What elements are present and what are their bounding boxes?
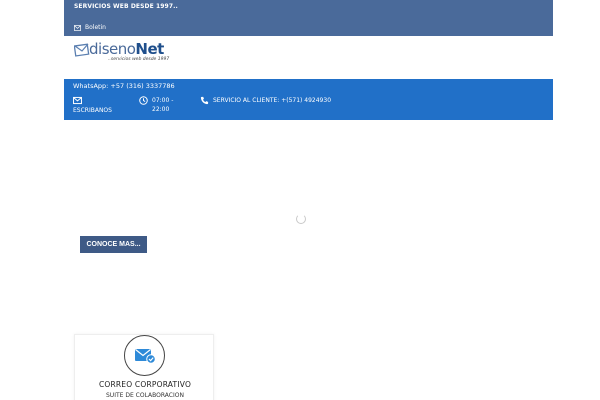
logo-wordmark-bold: Net — [135, 40, 164, 58]
contact-write-us-label: ESCRIBANOS — [73, 107, 112, 114]
contact-customer-service[interactable]: SERVICIO AL CLIENTE: +(571) 4924930 — [200, 96, 333, 106]
mail-check-icon — [134, 349, 156, 364]
phone-icon — [200, 96, 209, 105]
service-card-email[interactable]: CORREO CORPORATIVO SUITE DE COLABORACION — [74, 334, 214, 400]
contact-hours-label: 07:00 - 22:00 — [152, 97, 174, 113]
contact-customer-service-label: SERVICIO AL CLIENTE: +(571) 4924930 — [213, 97, 332, 104]
page: SERVICIOS WEB DESDE 1997.. Boletin disen… — [0, 0, 600, 400]
whatsapp-number[interactable]: WhatsApp: +57 (316) 3337786 — [73, 82, 175, 90]
contact-write-us[interactable]: ESCRIBANOS — [73, 96, 112, 115]
logo-wordmark: disenoNet — [89, 41, 164, 57]
tagline: SERVICIOS WEB DESDE 1997.. — [74, 3, 178, 10]
logo-envelope-icon — [74, 43, 90, 57]
clock-icon — [139, 96, 148, 105]
loading-spinner — [296, 214, 306, 224]
service-card-title: CORREO CORPORATIVO — [98, 380, 192, 389]
logo-slogan: ..servicios web desde 1997 — [108, 57, 170, 62]
boletin-label: Boletin — [85, 24, 106, 31]
contact-hours: 07:00 - 22:00 — [139, 96, 186, 114]
service-card-subtitle: SUITE DE COLABORACION — [106, 392, 184, 399]
service-icon-circle — [124, 335, 165, 376]
boletin-link[interactable]: Boletin — [74, 24, 106, 31]
logo[interactable]: disenoNet ..servicios web desde 1997 — [74, 41, 194, 67]
contact-bar: WhatsApp: +57 (316) 3337786 ESCRIBANOS 0… — [64, 79, 553, 120]
envelope-icon — [74, 24, 81, 31]
top-bar: SERVICIOS WEB DESDE 1997.. Boletin — [64, 0, 553, 36]
logo-wordmark-light: diseno — [89, 40, 136, 58]
learn-more-button[interactable]: CONOCE MAS... — [80, 236, 147, 253]
envelope-icon — [73, 96, 82, 105]
